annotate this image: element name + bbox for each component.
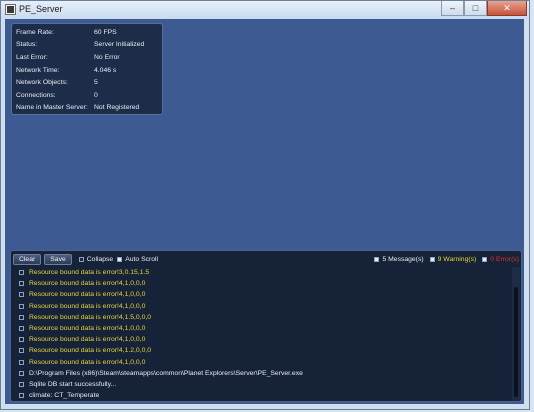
log-text: Resource bound data is error!4,1.2,0,0,0 [29,347,152,355]
log-entry[interactable]: Resource bound data is error!4,1,0,0,0 [13,301,510,312]
log-entry[interactable]: Resource bound data is error!4,1,0,0,0 [13,357,510,368]
warning-icon [19,326,24,332]
clear-button[interactable]: Clear [13,254,42,265]
server-window: PE_Server – □ ✕ Frame Rate: 60 FPS Status:… [0,0,534,412]
warnings-filter[interactable]: 9 Warning(s) [429,256,477,263]
stat-value: 60 FPS [94,28,117,36]
log-entry[interactable]: D:\Program Files (x86)\Steam\steamapps\c… [13,368,510,379]
app-icon [5,4,16,15]
warning-icon [19,303,24,309]
log-scrollbar[interactable] [512,267,520,401]
warning-icon [19,281,24,287]
stat-row: Last Error: No Error [16,51,158,64]
log-text: Resource bound data is error!4,1,0,0,0 [29,280,146,288]
maximize-button[interactable]: □ [464,1,487,16]
game-viewport: Frame Rate: 60 FPS Status: Server Initializ… [5,19,524,404]
log-text: Resource bound data is error!4,1,0,0,0 [29,291,146,299]
auto-scroll-label: Auto Scroll [125,256,159,263]
close-icon: ✕ [503,3,511,13]
log-text: Resource bound data is error!4,1.5,0,0,0 [29,313,152,321]
log-text: D:\Program Files (x86)\Steam\steamapps\c… [29,369,303,377]
stats-panel: Frame Rate: 60 FPS Status: Server Initializ… [11,23,163,115]
warning-icon [19,337,24,343]
warning-icon [19,348,24,354]
warning-icon [19,292,24,298]
warnings-toggle[interactable] [429,257,435,262]
message-icon [19,370,24,376]
stat-row: Connections: 0 [16,89,158,102]
warnings-count: 9 Warning(s) [437,256,477,263]
log-text: Resource bound data is error!4,1,0,0,0 [29,358,146,366]
errors-count: 0 Error(s) [490,256,519,263]
messages-toggle[interactable] [374,257,380,262]
collapse-label: Collapse [86,256,114,263]
console-toolbar: Clear Save Collapse Auto Scroll 5 Messag… [13,253,519,266]
minimize-icon: – [449,3,455,13]
stat-row: Name in Master Server: Not Registered [16,102,158,115]
log-entry[interactable]: Resource bound data is error!4,1.2,0,0,0 [13,345,510,356]
log-entry[interactable]: Resource bound data is error!4,1,0,0,0 [13,323,510,334]
stat-label: Status: [16,41,38,49]
stat-label: Connections: [16,91,56,99]
message-icon [19,381,24,387]
log-entry[interactable]: Resource bound data is error!3,0.15,1.5 [13,267,510,278]
caption-buttons: – □ ✕ [441,1,527,17]
collapse-checkbox[interactable] [78,257,84,262]
log-entry[interactable]: Sqlite DB start successfully... [13,379,510,390]
warning-icon [19,359,24,365]
messages-count: 5 Message(s) [382,256,424,263]
save-button[interactable]: Save [44,254,72,265]
maximize-icon: □ [472,3,479,13]
stat-value: 5 [94,79,98,87]
window-title: PE_Server [19,4,63,14]
stat-label: Last Error: [16,53,48,61]
minimize-button[interactable]: – [441,1,464,16]
log-list[interactable]: Resource bound data is error!3,0.15,1.5 R… [13,267,510,401]
log-text: Resource bound data is error!3,0.15,1.5 [29,269,150,277]
stat-label: Network Time: [16,66,60,74]
log-entry[interactable]: climate: CT_Temperate [13,390,510,401]
log-entry[interactable]: Resource bound data is error!4,1,0,0,0 [13,278,510,289]
close-button[interactable]: ✕ [487,1,527,16]
warning-icon [19,314,24,320]
title-bar[interactable]: PE_Server – □ ✕ [1,1,529,19]
stat-label: Network Objects: [16,79,68,87]
stat-value: Server Initialized [94,41,145,49]
messages-filter[interactable]: 5 Message(s) [374,256,424,263]
errors-filter[interactable]: 0 Error(s) [482,256,519,263]
log-entry[interactable]: Resource bound data is error!4,1,0,0,0 [13,289,510,300]
stat-value: No Error [94,53,120,61]
log-text: Resource bound data is error!4,1,0,0,0 [29,302,146,310]
stat-value: 0 [94,91,98,99]
stat-row: Network Time: 4.046 s [16,64,158,77]
auto-scroll-checkbox[interactable] [117,257,123,262]
stat-value: 4.046 s [94,66,117,74]
scrollbar-thumb[interactable] [514,287,518,397]
stat-row: Status: Server Initialized [16,39,158,52]
stat-row: Network Objects: 5 [16,76,158,89]
log-entry[interactable]: Resource bound data is error!4,1.5,0,0,0 [13,312,510,323]
window-frame: PE_Server – □ ✕ Frame Rate: 60 FPS Status:… [0,0,530,410]
stat-label: Frame Rate: [16,28,54,36]
errors-toggle[interactable] [482,257,488,262]
log-text: Resource bound data is error!4,1,0,0,0 [29,336,146,344]
log-entry[interactable]: Resource bound data is error!4,1,0,0,0 [13,334,510,345]
message-icon [19,393,24,399]
stat-value: Not Registered [94,104,140,112]
log-text: Resource bound data is error!4,1,0,0,0 [29,325,146,333]
log-text: climate: CT_Temperate [29,392,100,400]
log-filters: 5 Message(s) 9 Warning(s) 0 Error(s) [368,256,519,263]
warning-icon [19,270,24,276]
stat-label: Name in Master Server: [16,104,88,112]
console-panel: Clear Save Collapse Auto Scroll 5 Messag… [10,250,522,402]
stat-row: Frame Rate: 60 FPS [16,26,158,39]
log-text: Sqlite DB start successfully... [29,380,117,388]
